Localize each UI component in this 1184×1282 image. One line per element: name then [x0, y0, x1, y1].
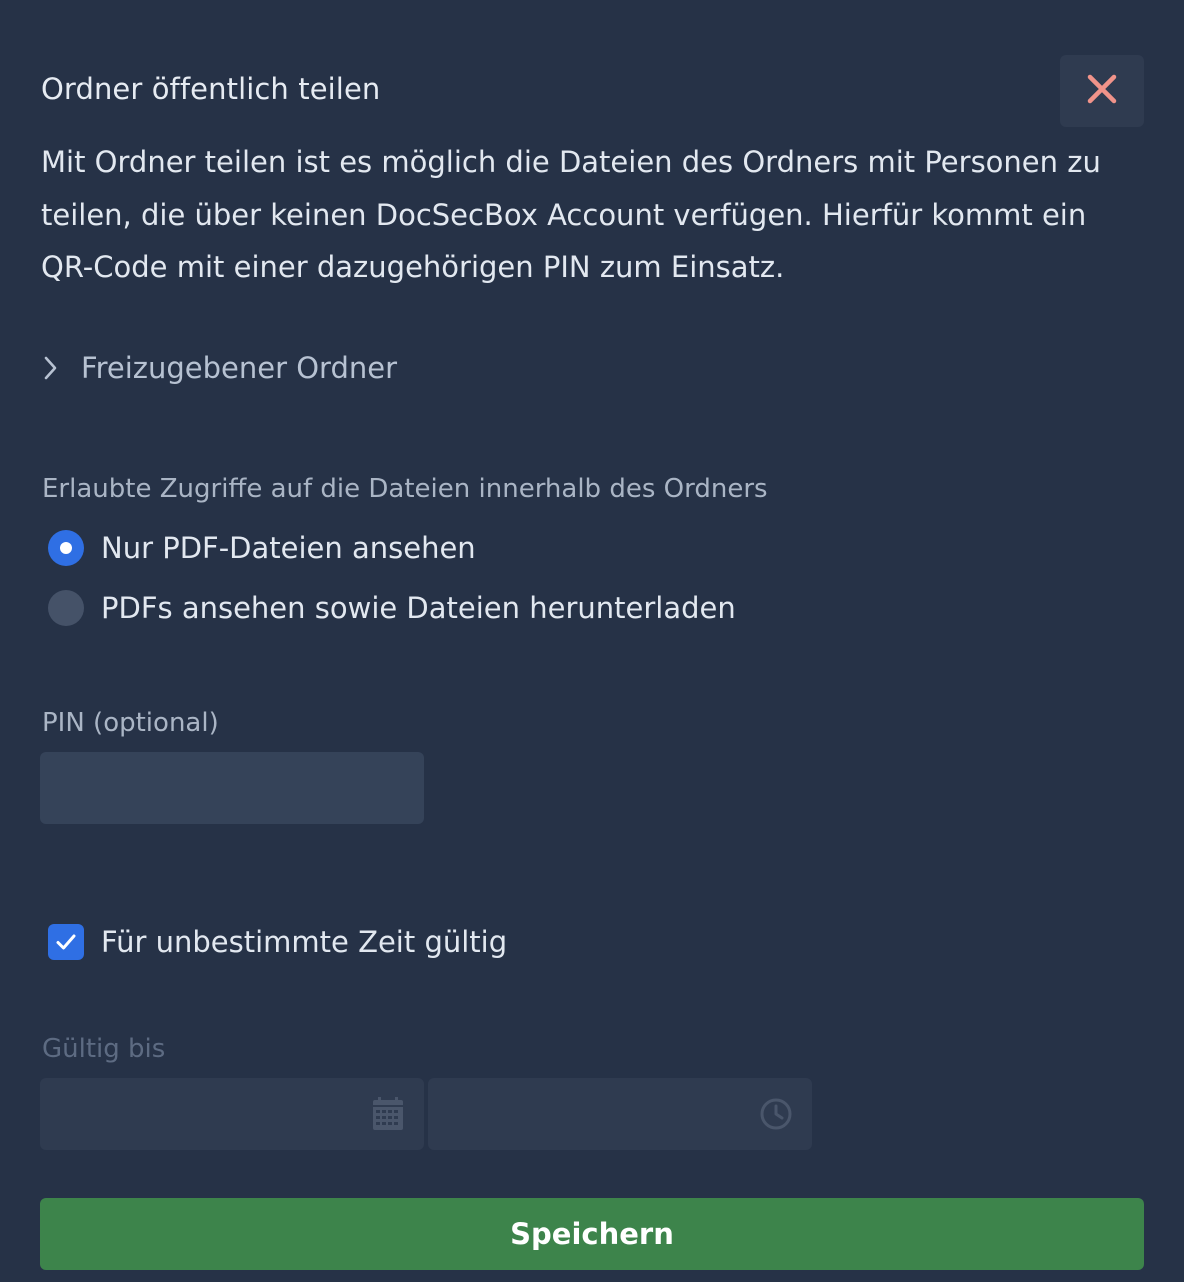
radio-option-view-pdf[interactable]: Nur PDF-Dateien ansehen	[48, 530, 476, 566]
calendar-icon	[370, 1096, 406, 1132]
unlimited-validity-checkbox[interactable]	[48, 924, 84, 960]
clock-icon	[758, 1096, 794, 1132]
folder-section-label: Freizugebener Ordner	[81, 351, 398, 385]
close-button[interactable]	[1060, 55, 1144, 127]
valid-until-label: Gültig bis	[42, 1034, 166, 1064]
pin-label: PIN (optional)	[42, 708, 219, 738]
unlimited-validity-label: Für unbestimmte Zeit gültig	[101, 925, 508, 959]
radio-button-checked[interactable]	[48, 530, 84, 566]
unlimited-validity-option[interactable]: Für unbestimmte Zeit gültig	[48, 924, 507, 960]
save-button[interactable]: Speichern	[40, 1198, 1144, 1270]
radio-option-view-and-download[interactable]: PDFs ansehen sowie Dateien herunterladen	[48, 590, 736, 626]
radio-label: PDFs ansehen sowie Dateien herunterladen	[101, 591, 736, 625]
chevron-right-icon	[41, 346, 67, 390]
radio-label: Nur PDF-Dateien ansehen	[101, 531, 476, 565]
pin-input[interactable]	[40, 752, 424, 824]
close-icon	[1086, 73, 1118, 109]
folder-section-toggle[interactable]: Freizugebener Ordner	[41, 346, 397, 390]
intro-text: Mit Ordner teilen ist es möglich die Dat…	[41, 145, 1101, 284]
valid-until-date-input[interactable]	[40, 1078, 424, 1150]
valid-until-time-input[interactable]	[428, 1078, 812, 1150]
radio-button-unchecked[interactable]	[48, 590, 84, 626]
access-label: Erlaubte Zugriffe auf die Dateien innerh…	[42, 474, 768, 504]
dialog-title: Ordner öffentlich teilen	[41, 72, 381, 106]
